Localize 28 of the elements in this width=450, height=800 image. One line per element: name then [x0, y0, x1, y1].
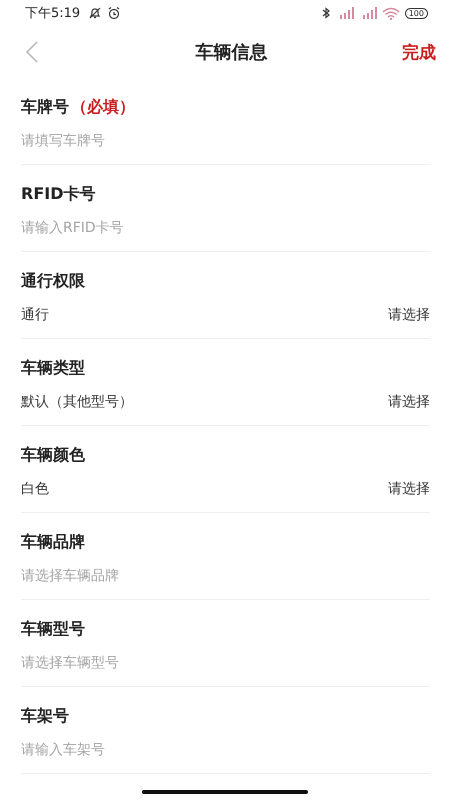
field-label: 车辆品牌 [21, 531, 86, 553]
back-icon[interactable] [25, 40, 39, 64]
done-button[interactable]: 完成 [400, 38, 438, 66]
field-value: 白色 [21, 480, 49, 498]
field-label: 车辆型号 [21, 618, 86, 640]
field-label: RFID卡号 [21, 183, 96, 205]
field-label: 车架号 [21, 705, 70, 727]
input-field[interactable]: 请选择车辆型号 [21, 651, 430, 675]
field-label: 车辆颜色 [21, 444, 86, 466]
wifi-icon [382, 6, 400, 20]
alarm-icon [107, 6, 122, 20]
field-value: 默认（其他型号） [21, 393, 133, 411]
status-time: 下午5:19 [25, 5, 80, 22]
select-button[interactable]: 请选择 [388, 306, 430, 324]
battery-icon: 100 [404, 8, 428, 18]
bell-off-icon [88, 6, 102, 20]
field-label: 车辆类型 [21, 357, 86, 379]
select-button[interactable]: 请选择 [388, 480, 430, 498]
input-field[interactable]: 请输入RFID卡号 [21, 216, 430, 240]
select-button[interactable]: 请选择 [388, 393, 430, 411]
input-field[interactable]: 请填写车牌号 [21, 129, 430, 153]
page-title: 车辆信息 [196, 41, 268, 64]
field-label: 通行权限 [21, 270, 86, 292]
field-label: 车牌号（必填） [21, 96, 136, 118]
field-value: 通行 [21, 306, 49, 324]
input-field[interactable]: 请选择车辆品牌 [21, 564, 430, 588]
input-field[interactable]: 请输入车架号 [21, 738, 430, 762]
bluetooth-icon [320, 7, 331, 19]
